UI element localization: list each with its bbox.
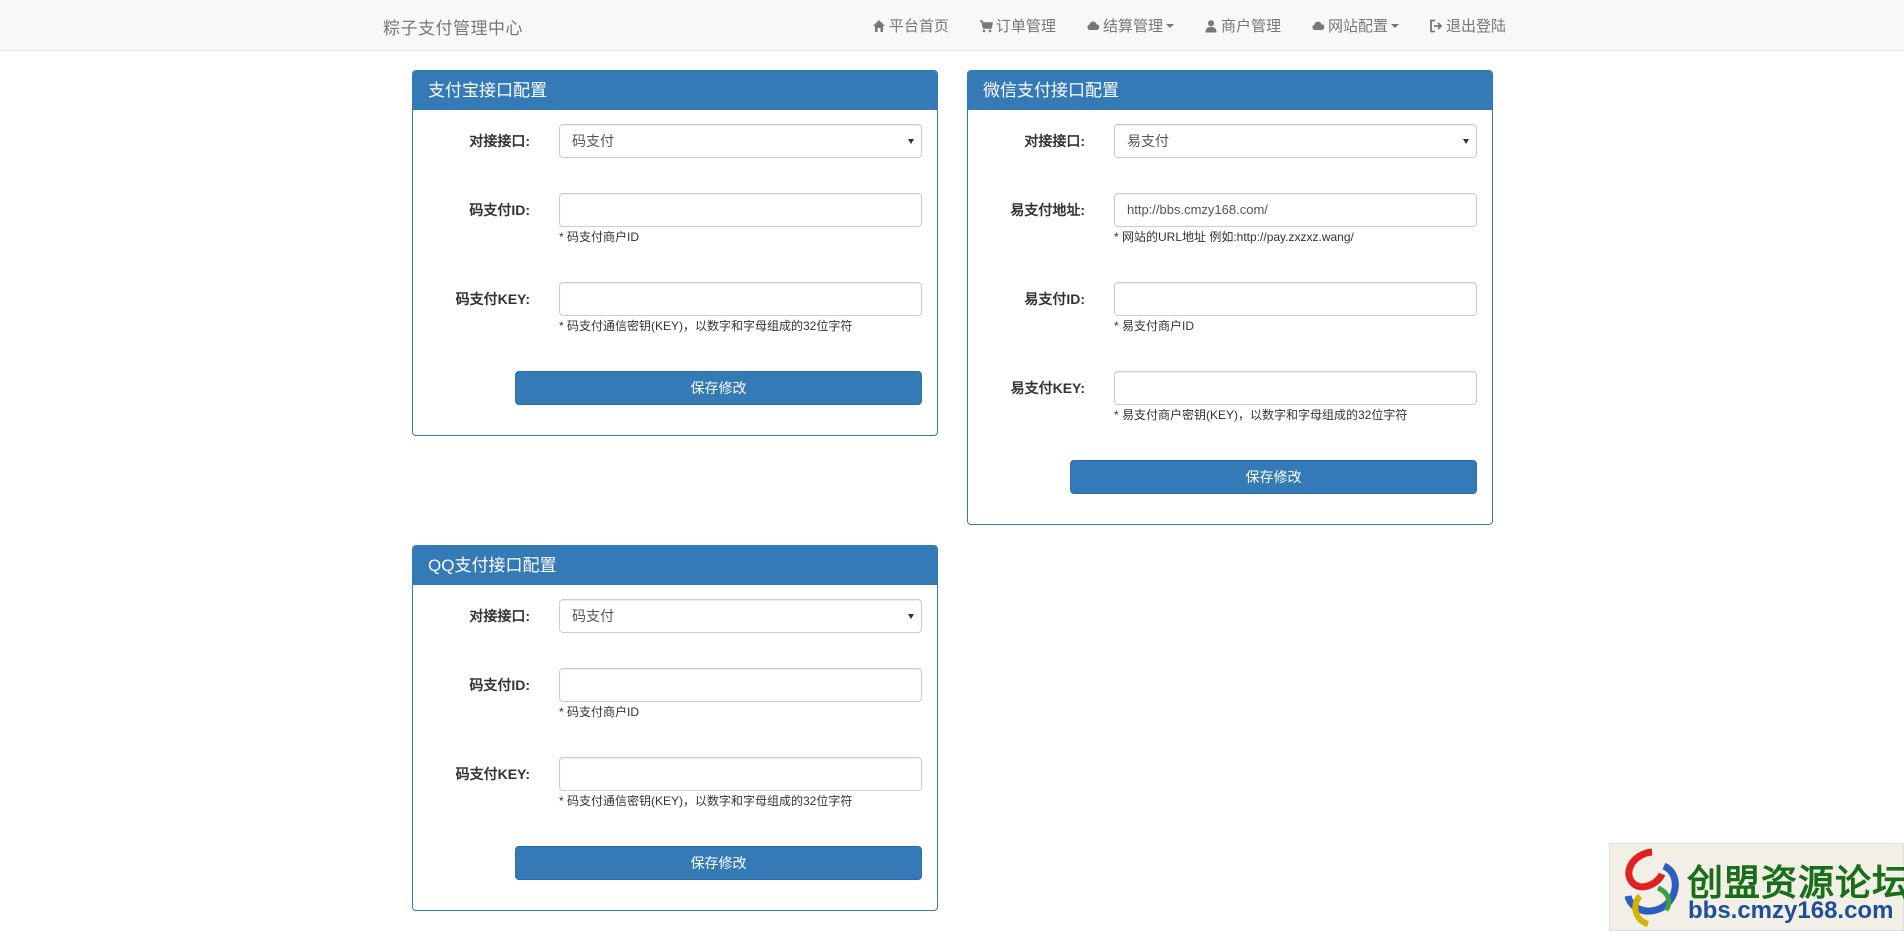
panel-title: QQ支付接口配置 [413,546,937,585]
nav-logout-label: 退出登陆 [1445,18,1506,35]
nav-orders[interactable]: 订单管理 [964,0,1071,51]
nav-settlement-label: 结算管理 [1102,18,1163,35]
save-button[interactable]: 保存修改 [515,846,922,880]
nav-orders-label: 订单管理 [995,18,1056,35]
nav-site-config-label: 网站配置 [1327,18,1388,35]
nav-home-label: 平台首页 [888,18,949,35]
nav-logout[interactable]: 退出登陆 [1414,0,1521,51]
id-help-text: * 码支付商户ID [559,705,640,719]
interface-label: 对接接口: [469,133,530,149]
watermark-logo: 创盟资源论坛 bbs.cmzy168.com [1609,843,1904,931]
nav-settlement-dropdown[interactable]: 结算管理 [1071,0,1189,51]
main-nav: 平台首页 订单管理 结算管理 商户管理 网站配置 退出登陆 [857,0,1521,51]
panel-title: 微信支付接口配置 [968,71,1492,110]
cloud-icon [1087,21,1100,30]
nav-merchants[interactable]: 商户管理 [1189,0,1296,51]
qq-config-panel: QQ支付接口配置 对接接口: 码支付 码支付ID: * 码支付商户ID 码支付K… [412,545,938,911]
id-input[interactable] [1114,282,1477,316]
swirl-logo-icon [1624,848,1679,927]
key-label: 码支付KEY: [455,291,530,307]
caret-down-icon [1165,23,1174,28]
save-button[interactable]: 保存修改 [515,371,922,405]
key-input[interactable] [559,282,922,316]
brand-title[interactable]: 粽子支付管理中心 [383,14,523,39]
watermark-url: bbs.cmzy168.com [1688,897,1894,924]
alipay-config-panel: 支付宝接口配置 对接接口: 码支付 码支付ID: * 码支付商户ID 码支付KE… [412,70,938,436]
id-input[interactable] [559,668,922,702]
logout-icon [1430,19,1443,32]
id-label: 易支付ID: [1024,291,1085,307]
save-button[interactable]: 保存修改 [1070,460,1477,494]
interface-select[interactable]: 码支付 [559,124,922,158]
nav-merchants-label: 商户管理 [1220,18,1281,35]
cart-icon [979,19,993,32]
caret-down-icon [1390,23,1399,28]
interface-label: 对接接口: [1024,133,1085,149]
user-icon [1205,19,1217,32]
panel-title: 支付宝接口配置 [413,71,937,110]
interface-label: 对接接口: [469,608,530,624]
interface-select[interactable]: 易支付 [1114,124,1477,158]
nav-home[interactable]: 平台首页 [857,0,964,51]
url-label: 易支付地址: [1010,202,1085,218]
id-help-text: * 码支付商户ID [559,230,640,244]
id-label: 码支付ID: [469,677,530,693]
wechat-config-panel: 微信支付接口配置 对接接口: 易支付 易支付地址: http://bbs.cmz… [967,70,1493,525]
home-icon [872,19,885,32]
id-label: 码支付ID: [469,202,530,218]
key-label: 码支付KEY: [455,766,530,782]
key-help-text: * 码支付通信密钥(KEY)，以数字和字母组成的32位字符 [559,319,853,333]
key-input[interactable] [1114,371,1477,405]
key-input[interactable] [559,757,922,791]
url-help-text: * 网站的URL地址 例如:http://pay.zxzxz.wang/ [1114,230,1354,244]
nav-site-config-dropdown[interactable]: 网站配置 [1296,0,1414,51]
top-navbar: 粽子支付管理中心 平台首页 订单管理 结算管理 商户管理 网站配置 退出登陆 [0,0,1904,51]
id-help-text: * 易支付商户ID [1114,319,1195,333]
key-help-text: * 易支付商户密钥(KEY)，以数字和字母组成的32位字符 [1114,408,1408,422]
key-help-text: * 码支付通信密钥(KEY)，以数字和字母组成的32位字符 [559,794,853,808]
url-input[interactable]: http://bbs.cmzy168.com/ [1114,193,1477,227]
interface-select[interactable]: 码支付 [559,599,922,633]
key-label: 易支付KEY: [1010,380,1085,396]
id-input[interactable] [559,193,922,227]
cloud-icon [1312,21,1325,30]
